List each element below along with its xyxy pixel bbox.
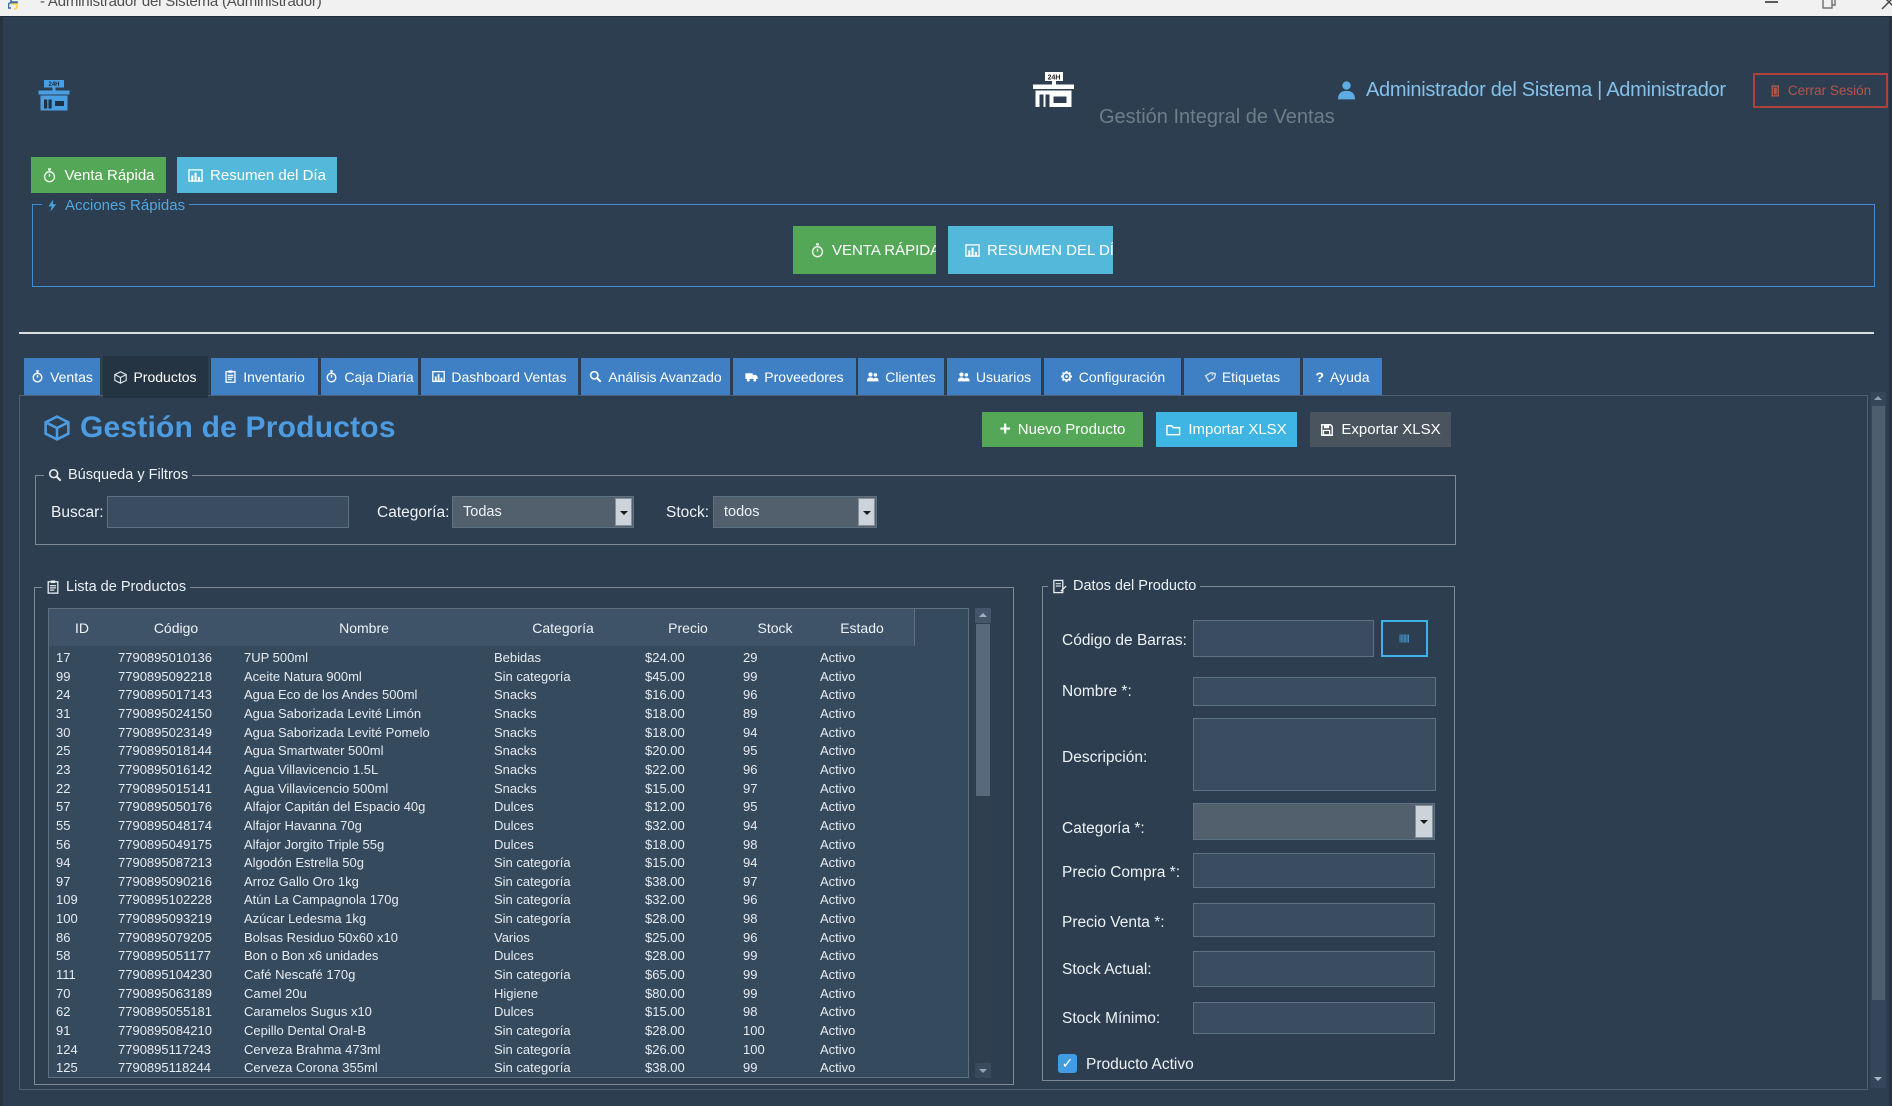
svg-text:24H: 24H — [48, 82, 59, 88]
svg-text:24H: 24H — [1048, 74, 1061, 81]
